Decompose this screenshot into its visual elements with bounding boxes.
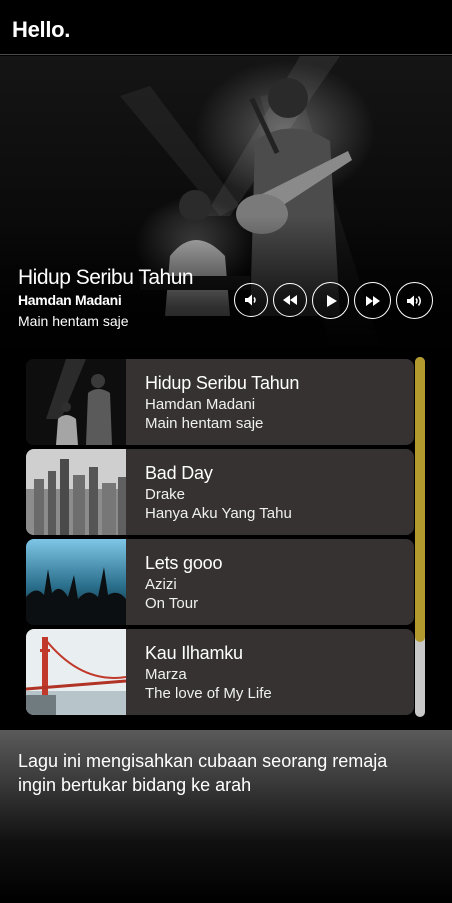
- track-item[interactable]: Lets gooo Azizi On Tour: [26, 539, 414, 625]
- track-album: Main hentam saje: [145, 415, 264, 432]
- track-artist: Hamdan Madani: [145, 396, 256, 413]
- track-title: Kau Ilhamku: [145, 643, 243, 663]
- play-button[interactable]: [312, 282, 349, 319]
- volume-down-icon: [245, 294, 256, 306]
- track-thumbnail: [26, 449, 126, 535]
- track-title: Hidup Seribu Tahun: [145, 373, 300, 393]
- track-album: On Tour: [145, 595, 199, 612]
- track-item[interactable]: Hidup Seribu Tahun Hamdan Madani Main he…: [26, 359, 414, 445]
- playback-controls: [234, 282, 433, 319]
- track-title: Lets gooo: [145, 553, 223, 573]
- volume-down-button[interactable]: [234, 283, 268, 317]
- app-title: Hello.: [12, 17, 71, 42]
- track-artist: Azizi: [145, 576, 177, 593]
- track-item[interactable]: Bad Day Drake Hanya Aku Yang Tahu: [26, 449, 414, 535]
- volume-up-icon: [406, 295, 421, 306]
- track-thumbnail: [26, 359, 126, 445]
- now-playing-artist: Hamdan Madani: [18, 292, 122, 308]
- track-thumbnail: [26, 629, 126, 715]
- song-description: Lagu ini mengisahkan cubaan seorang rema…: [18, 751, 388, 795]
- play-icon: [326, 294, 337, 307]
- rewind-button[interactable]: [273, 283, 307, 317]
- track-title: Bad Day: [145, 463, 213, 483]
- track-artist: Drake: [145, 486, 186, 503]
- track-artist: Marza: [145, 666, 187, 683]
- now-playing-hero: Hidup Seribu Tahun Hamdan Madani Main he…: [0, 56, 452, 346]
- now-playing-title: Hidup Seribu Tahun: [18, 266, 194, 289]
- volume-up-button[interactable]: [396, 282, 433, 319]
- track-list[interactable]: Hidup Seribu Tahun Hamdan Madani Main he…: [26, 357, 426, 717]
- now-playing-album: Main hentam saje: [18, 313, 129, 329]
- fast-forward-button[interactable]: [354, 282, 391, 319]
- track-album: The love of My Life: [145, 685, 272, 702]
- scrollbar[interactable]: [415, 357, 425, 717]
- fast-forward-icon: [365, 295, 380, 306]
- app-bar: Hello.: [0, 0, 452, 55]
- description-panel: Lagu ini mengisahkan cubaan seorang rema…: [0, 730, 452, 903]
- track-album: Hanya Aku Yang Tahu: [145, 505, 292, 522]
- track-item[interactable]: Kau Ilhamku Marza The love of My Life: [26, 629, 414, 715]
- track-thumbnail: [26, 539, 126, 625]
- rewind-icon: [283, 295, 297, 305]
- scrollbar-thumb[interactable]: [415, 357, 425, 642]
